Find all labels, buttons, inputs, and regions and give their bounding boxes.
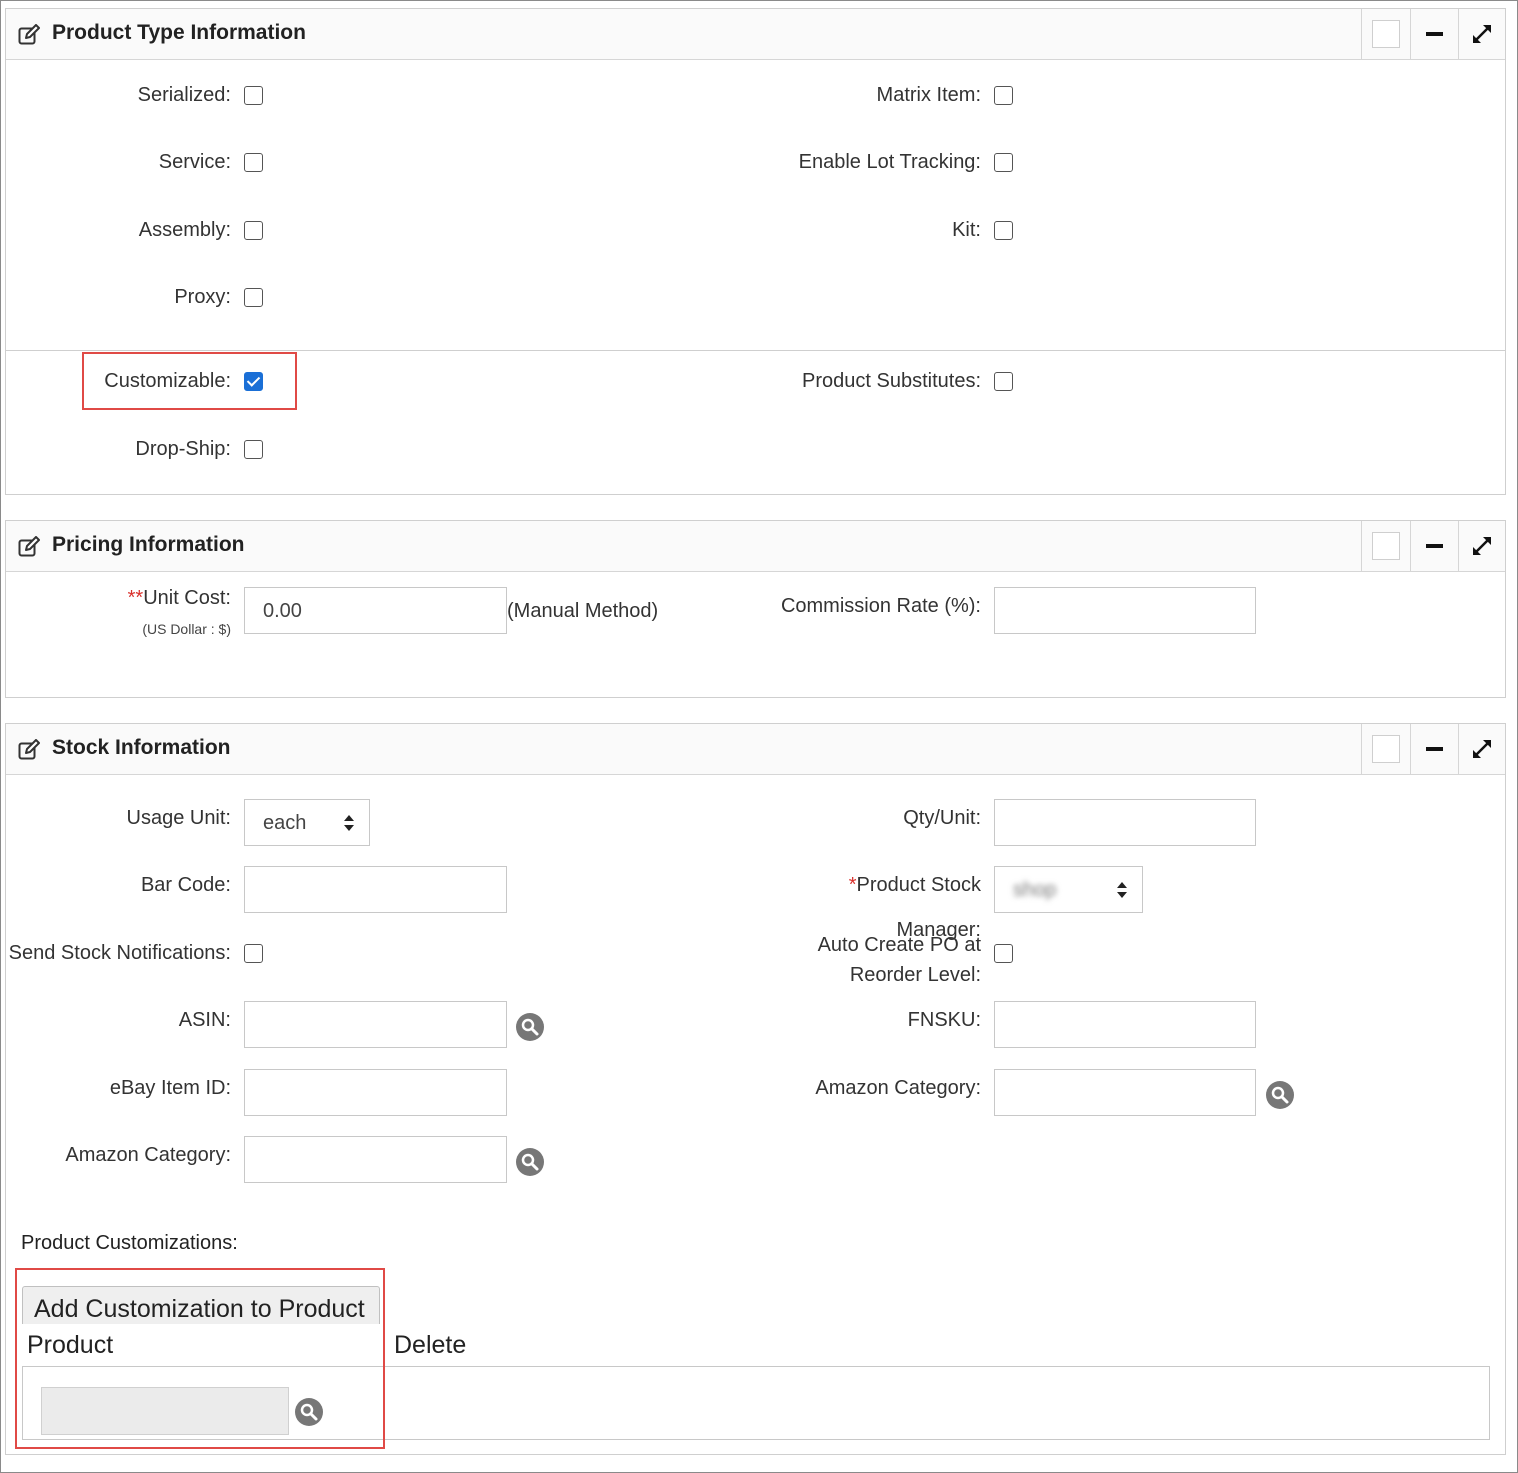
section-divider xyxy=(5,350,1506,351)
usage-unit-select[interactable]: each xyxy=(244,799,370,846)
product-type-panel: Product Type Information xyxy=(5,8,1506,495)
panel-toggle-box[interactable] xyxy=(1372,532,1400,560)
proxy-label: Proxy: xyxy=(174,286,231,308)
select-arrows-icon xyxy=(1117,882,1127,898)
stock-manager-label: *Product Stock xyxy=(848,874,981,896)
stock-manager-value: shop xyxy=(1013,879,1057,901)
stock-header: Stock Information xyxy=(6,724,1505,775)
kit-label: Kit: xyxy=(952,219,981,241)
expand-icon[interactable] xyxy=(1471,738,1493,760)
panel-title: Pricing Information xyxy=(52,533,245,556)
service-checkbox[interactable] xyxy=(244,153,263,172)
ebay-item-id-input[interactable] xyxy=(244,1069,507,1116)
matrix-item-checkbox[interactable] xyxy=(994,86,1013,105)
customization-highlight xyxy=(15,1268,385,1449)
amazon-category-right-input[interactable] xyxy=(994,1069,1256,1116)
panel-controls xyxy=(1361,521,1505,571)
matrix-item-label: Matrix Item: xyxy=(876,84,981,106)
panel-controls xyxy=(1361,9,1505,59)
amazon-category-left-label: Amazon Category: xyxy=(65,1144,231,1166)
unit-cost-input[interactable]: 0.00 xyxy=(244,587,507,634)
panel-title: Product Type Information xyxy=(52,21,306,44)
panel-toggle-box[interactable] xyxy=(1372,20,1400,48)
asin-input[interactable] xyxy=(244,1001,507,1048)
stock-manager-select[interactable]: shop xyxy=(994,866,1143,913)
amazon-category-left-input[interactable] xyxy=(244,1136,507,1183)
drop-ship-label: Drop-Ship: xyxy=(135,438,231,460)
fnsku-input[interactable] xyxy=(994,1001,1256,1048)
minimize-icon[interactable] xyxy=(1426,544,1443,548)
auto-po-checkbox[interactable] xyxy=(994,944,1013,963)
pricing-header: Pricing Information xyxy=(6,521,1505,572)
asin-search-icon[interactable] xyxy=(516,1013,544,1041)
ebay-item-id-label: eBay Item ID: xyxy=(109,1077,231,1099)
auto-po-label-line2: Reorder Level: xyxy=(849,964,981,986)
drop-ship-checkbox[interactable] xyxy=(244,440,263,459)
panel-title: Stock Information xyxy=(52,736,231,759)
column-header-delete: Delete xyxy=(394,1331,467,1359)
amazon-category-right-label: Amazon Category: xyxy=(815,1077,981,1099)
product-customizations-label: Product Customizations: xyxy=(21,1232,238,1254)
customizable-highlight xyxy=(82,352,297,410)
kit-checkbox[interactable] xyxy=(994,221,1013,240)
send-notifications-checkbox[interactable] xyxy=(244,944,263,963)
edit-icon xyxy=(18,536,40,557)
product-type-header: Product Type Information xyxy=(6,9,1505,60)
usage-unit-label: Usage Unit: xyxy=(126,807,232,829)
minimize-icon[interactable] xyxy=(1426,32,1443,36)
assembly-checkbox[interactable] xyxy=(244,221,263,240)
qty-unit-input[interactable] xyxy=(994,799,1256,846)
assembly-label: Assembly: xyxy=(138,219,231,241)
product-substitutes-checkbox[interactable] xyxy=(994,372,1013,391)
required-marker: ** xyxy=(127,587,144,609)
unit-cost-currency: (US Dollar : $) xyxy=(142,621,231,637)
expand-icon[interactable] xyxy=(1471,23,1493,45)
qty-unit-label: Qty/Unit: xyxy=(903,807,981,829)
serialized-label: Serialized: xyxy=(137,84,231,106)
amazon-category-left-search-icon[interactable] xyxy=(516,1148,544,1176)
commission-rate-input[interactable] xyxy=(994,587,1256,634)
proxy-checkbox[interactable] xyxy=(244,288,263,307)
amazon-category-search-icon[interactable] xyxy=(1266,1081,1294,1109)
panel-toggle-box[interactable] xyxy=(1372,735,1400,763)
send-notifications-label: Send Stock Notifications: xyxy=(8,942,231,964)
auto-po-label: Auto Create PO at xyxy=(817,934,981,956)
service-label: Service: xyxy=(158,151,231,173)
edit-icon xyxy=(18,24,40,45)
bar-code-label: Bar Code: xyxy=(140,874,231,896)
commission-rate-label: Commission Rate (%): xyxy=(780,595,981,617)
serialized-checkbox[interactable] xyxy=(244,86,263,105)
select-arrows-icon xyxy=(344,815,354,831)
minimize-icon[interactable] xyxy=(1426,747,1443,751)
fnsku-label: FNSKU: xyxy=(907,1009,981,1031)
unit-cost-method: (Manual Method) xyxy=(507,600,659,622)
unit-cost-label: **Unit Cost: xyxy=(127,587,231,609)
edit-icon xyxy=(18,739,40,760)
asin-label: ASIN: xyxy=(178,1009,231,1031)
bar-code-input[interactable] xyxy=(244,866,507,913)
product-substitutes-label: Product Substitutes: xyxy=(802,370,981,392)
lot-tracking-checkbox[interactable] xyxy=(994,153,1013,172)
lot-tracking-label: Enable Lot Tracking: xyxy=(798,151,981,173)
expand-icon[interactable] xyxy=(1471,535,1493,557)
panel-controls xyxy=(1361,724,1505,774)
